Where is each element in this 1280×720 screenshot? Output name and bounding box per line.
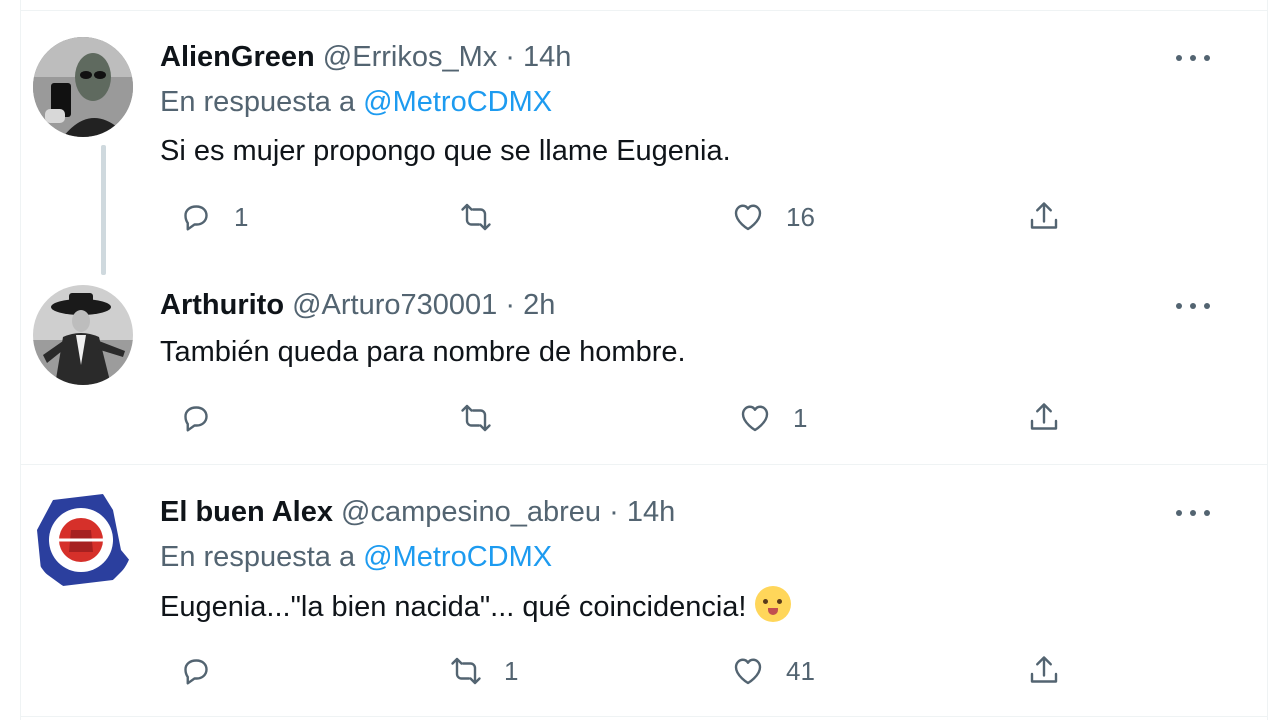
timestamp[interactable]: 14h	[627, 496, 675, 528]
timestamp[interactable]: 2h	[523, 289, 555, 321]
share-icon	[1030, 403, 1058, 430]
tweet-text-container: Eugenia..."la bien nacida"... qué coinci…	[160, 586, 791, 625]
display-name[interactable]: Arthurito	[160, 289, 284, 321]
tweet-header: Arthurito @Arturo730001 · 2h	[160, 287, 555, 323]
retweet-button[interactable]	[458, 197, 514, 237]
baby-face-emoji-icon	[754, 586, 791, 622]
display-name[interactable]: El buen Alex	[160, 496, 333, 528]
heart-icon	[734, 204, 762, 231]
tweet-actions: 1 41	[160, 651, 1060, 691]
heart-icon	[734, 658, 762, 685]
user-handle[interactable]: @campesino_abreu	[341, 496, 601, 528]
alien-avatar-icon[interactable]	[33, 37, 133, 137]
retweet-icon	[461, 203, 491, 231]
like-count: 1	[793, 402, 808, 433]
reply-button[interactable]: 1	[178, 197, 248, 237]
user-handle[interactable]: @Errikos_Mx	[323, 41, 497, 73]
retweet-button[interactable]	[458, 398, 514, 438]
thread-line	[101, 145, 106, 275]
reply-context: En respuesta a @MetroCDMX	[160, 539, 552, 575]
tweet-text: También queda para nombre de hombre.	[160, 336, 686, 368]
user-handle[interactable]: @Arturo730001	[292, 289, 497, 321]
retweet-icon	[461, 404, 491, 432]
divider	[20, 464, 1268, 465]
more-options-icon[interactable]	[1176, 296, 1210, 316]
like-button[interactable]: 41	[730, 651, 815, 691]
like-button[interactable]: 1	[737, 398, 807, 438]
separator-dot: ·	[609, 496, 619, 528]
separator-dot: ·	[505, 41, 515, 73]
like-count: 41	[786, 655, 815, 686]
mention-link[interactable]: @MetroCDMX	[363, 86, 552, 118]
share-button[interactable]	[1026, 398, 1062, 438]
retweet-icon	[451, 657, 481, 685]
tweet-header: AlienGreen @Errikos_Mx · 14h	[160, 39, 571, 75]
heart-icon	[741, 405, 769, 432]
tweet-text: Eugenia..."la bien nacida"... qué coinci…	[160, 591, 747, 623]
separator-dot: ·	[505, 289, 516, 321]
reply-prefix: En respuesta a	[160, 86, 356, 118]
crest-avatar-icon[interactable]	[33, 490, 133, 590]
timestamp[interactable]: 14h	[523, 41, 571, 73]
share-button[interactable]	[1026, 197, 1062, 237]
tweet-header: El buen Alex @campesino_abreu · 14h	[160, 494, 675, 530]
reply-context: En respuesta a @MetroCDMX	[160, 84, 552, 120]
share-icon	[1030, 202, 1058, 229]
reply-prefix: En respuesta a	[160, 541, 356, 573]
tweet-actions: 1 16	[160, 197, 1060, 237]
reply-icon	[184, 659, 208, 685]
mention-link[interactable]: @MetroCDMX	[363, 541, 552, 573]
hat-man-avatar-icon[interactable]	[33, 285, 133, 385]
share-button[interactable]	[1026, 651, 1062, 691]
reply-button[interactable]	[178, 651, 234, 691]
divider	[20, 716, 1268, 717]
retweet-button[interactable]: 1	[448, 651, 518, 691]
like-count: 16	[786, 201, 815, 232]
retweet-count: 1	[504, 655, 519, 686]
tweet-text: Si es mujer propongo que se llame Eugeni…	[160, 135, 731, 167]
more-options-icon[interactable]	[1176, 503, 1210, 523]
reply-button[interactable]	[178, 398, 234, 438]
divider	[20, 10, 1268, 11]
more-options-icon[interactable]	[1176, 48, 1210, 68]
reply-count: 1	[234, 201, 249, 232]
reply-icon	[184, 205, 208, 231]
like-button[interactable]: 16	[730, 197, 815, 237]
share-icon	[1030, 656, 1058, 683]
display-name[interactable]: AlienGreen	[160, 41, 315, 73]
tweet-actions: 1	[160, 398, 1060, 438]
reply-icon	[184, 406, 208, 432]
